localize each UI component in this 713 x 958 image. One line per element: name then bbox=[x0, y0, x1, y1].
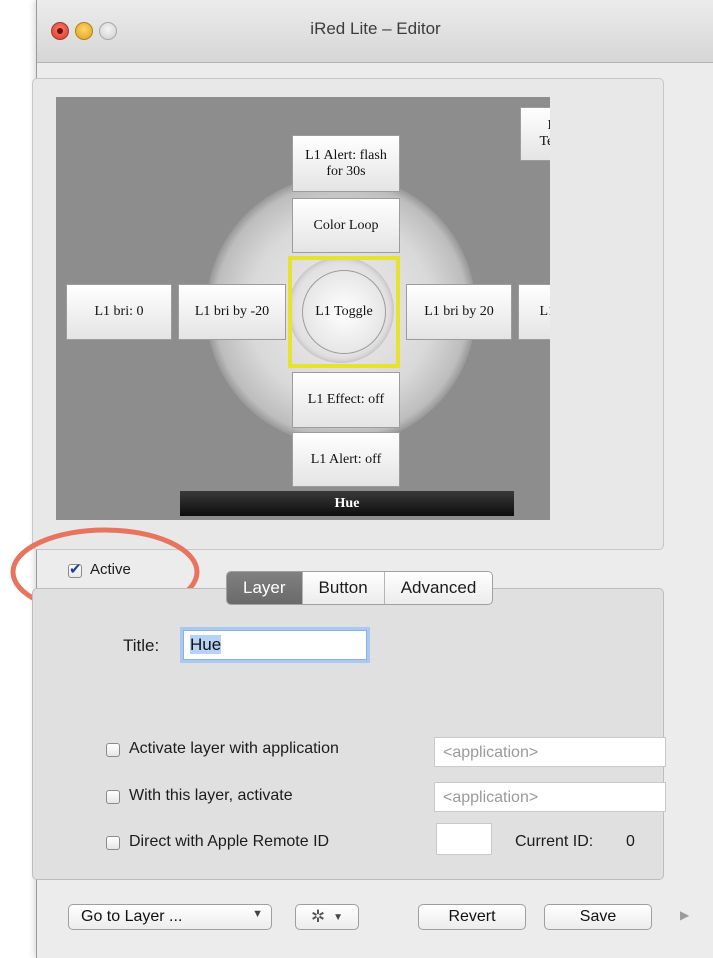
title-value: Hue bbox=[190, 635, 222, 654]
go-to-layer-popup[interactable]: Go to Layer ... ▼ bbox=[68, 904, 272, 930]
revert-button[interactable]: Revert bbox=[418, 904, 526, 930]
save-button[interactable]: Save bbox=[544, 904, 652, 930]
activate-with-app-checkbox[interactable] bbox=[106, 743, 120, 757]
disclosure-triangle-icon[interactable]: ▶ bbox=[680, 908, 689, 922]
action-menu-button[interactable]: ✲ ▼ bbox=[295, 904, 359, 930]
direct-remote-label: Direct with Apple Remote ID bbox=[129, 833, 330, 850]
current-id-label: Current ID: bbox=[515, 833, 594, 850]
active-checkbox[interactable] bbox=[68, 560, 82, 578]
gear-icon: ✲ bbox=[310, 907, 326, 926]
activate-app-field[interactable]: <application> bbox=[434, 737, 666, 767]
with-layer-app-field[interactable]: <application> bbox=[434, 782, 666, 812]
chevron-down-icon: ▼ bbox=[333, 911, 344, 923]
remote-id-field[interactable] bbox=[436, 823, 492, 855]
tab-button[interactable]: Button bbox=[301, 572, 384, 604]
with-layer-activate-label: With this layer, activate bbox=[129, 787, 293, 804]
tab-layer[interactable]: Layer bbox=[227, 572, 302, 604]
direct-remote-checkbox[interactable] bbox=[106, 836, 120, 850]
title-label: Title: bbox=[123, 636, 160, 655]
current-id-value: 0 bbox=[626, 833, 635, 850]
tab-bar: Layer Button Advanced bbox=[226, 571, 494, 605]
tab-advanced[interactable]: Advanced bbox=[383, 572, 493, 604]
active-label: Active bbox=[90, 561, 131, 578]
go-to-layer-label: Go to Layer ... bbox=[81, 908, 183, 925]
title-input[interactable]: Hue bbox=[183, 630, 367, 660]
activate-with-app-label: Activate layer with application bbox=[129, 740, 339, 757]
with-layer-activate-checkbox[interactable] bbox=[106, 790, 120, 804]
chevron-down-icon: ▼ bbox=[252, 908, 263, 920]
